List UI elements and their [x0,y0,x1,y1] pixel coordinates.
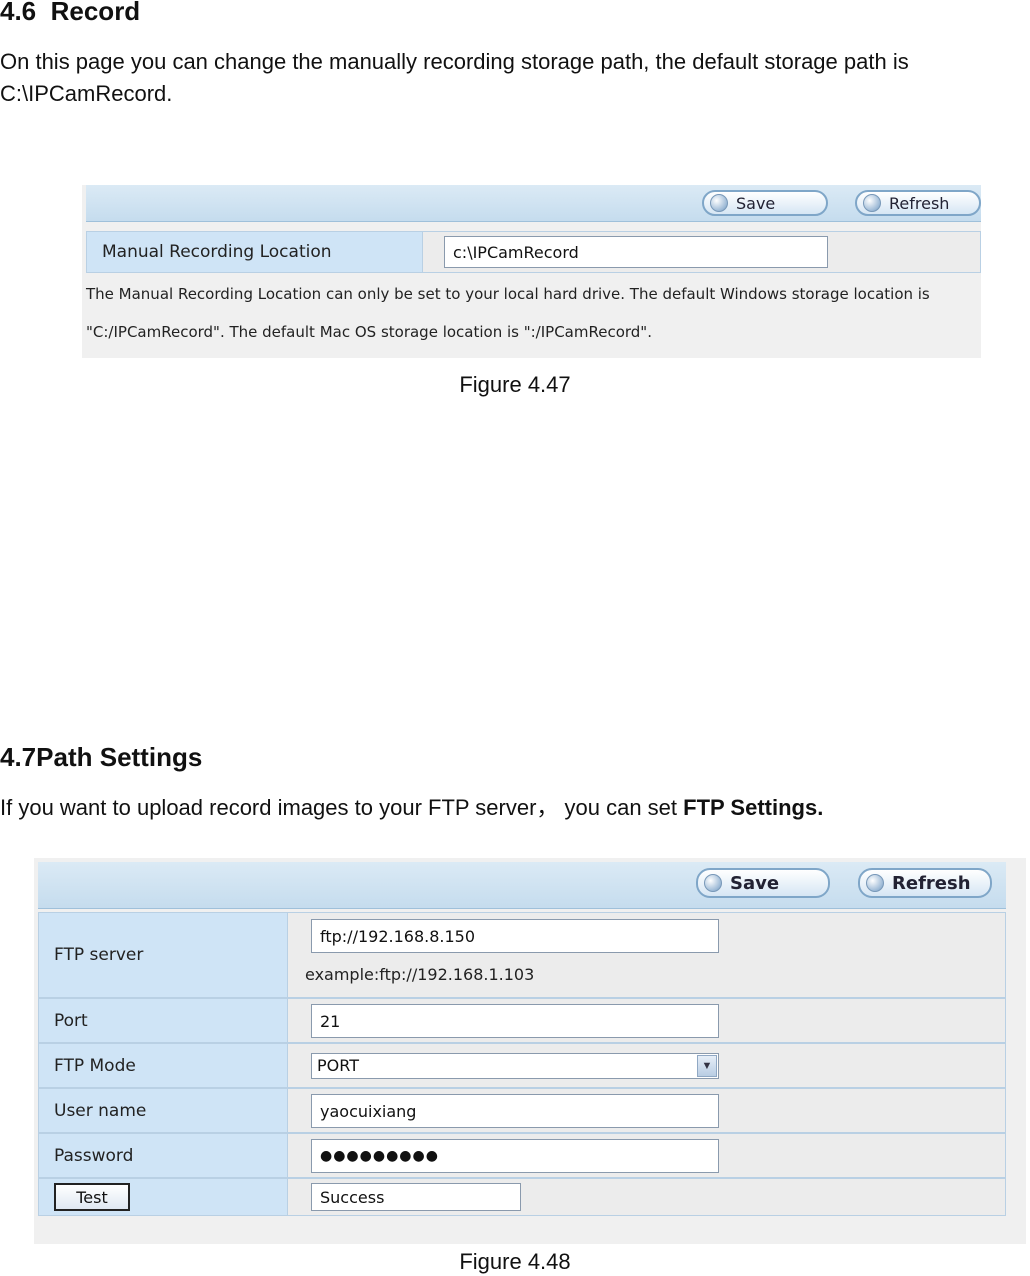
ftp-mode-row: FTP Mode PORT ▼ [38,1043,1006,1088]
user-name-label: User name [39,1089,288,1132]
section-heading-path-settings: 4.7Path Settings [0,742,202,773]
figure-4-47: Save Refresh Manual Recording Location T… [82,185,981,358]
refresh-label: Refresh [889,193,950,213]
figure-4-48: Save Refresh FTP server example:ftp://19… [34,858,1026,1244]
user-name-input[interactable] [311,1094,719,1128]
save-label: Save [730,872,780,894]
port-input[interactable] [311,1004,719,1038]
ftp-mode-label: FTP Mode [39,1044,288,1087]
section-number: 4.7 [0,742,37,772]
chevron-down-icon[interactable]: ▼ [697,1055,717,1077]
figure-caption-4-47: Figure 4.47 [459,372,571,397]
refresh-button[interactable]: Refresh [858,868,992,898]
ftp-server-example: example:ftp://192.168.1.103 [305,965,535,984]
ftp-server-label: FTP server [39,913,288,997]
section-heading-record: 4.6 Record [0,0,140,27]
test-result-field: Success [311,1183,521,1211]
password-input[interactable]: ●●●●●●●●● [311,1139,719,1173]
refresh-label: Refresh [892,872,971,894]
test-button[interactable]: Test [54,1183,130,1211]
toolbar [86,185,981,222]
user-name-row: User name [38,1088,1006,1133]
refresh-icon [863,194,881,212]
ftp-server-input[interactable] [311,919,719,953]
refresh-button[interactable]: Refresh [855,190,981,216]
location-note-line-1: The Manual Recording Location can only b… [86,285,930,303]
test-row: Test Success [38,1178,1006,1216]
password-label: Password [39,1134,288,1177]
ftp-mode-select[interactable]: PORT ▼ [311,1053,719,1079]
refresh-icon [866,874,884,892]
port-row: Port [38,998,1006,1043]
section-number: 4.6 [0,0,37,26]
location-note-line-2: "C:/IPCamRecord". The default Mac OS sto… [86,323,652,341]
recording-location-row: Manual Recording Location [86,231,981,273]
save-icon [704,874,722,892]
password-row: Password ●●●●●●●●● [38,1133,1006,1178]
recording-location-label: Manual Recording Location [87,232,423,272]
record-description: On this page you can change the manually… [0,49,909,106]
ftp-settings-reference: FTP Settings. [683,795,824,820]
path-description-text: If you want to upload record images to y… [0,795,684,820]
save-label: Save [736,193,776,213]
path-settings-description: If you want to upload record images to y… [0,792,1030,824]
save-icon [710,194,728,212]
ftp-server-row: FTP server example:ftp://192.168.1.103 [38,912,1006,998]
section-title: Record [50,0,141,26]
recording-location-input[interactable] [444,236,828,268]
ftp-mode-value: PORT [317,1056,359,1075]
section-title: Path Settings [36,742,203,772]
figure-caption-4-48: Figure 4.48 [459,1249,571,1274]
port-label: Port [39,999,288,1042]
save-button[interactable]: Save [702,190,828,216]
save-button[interactable]: Save [696,868,830,898]
